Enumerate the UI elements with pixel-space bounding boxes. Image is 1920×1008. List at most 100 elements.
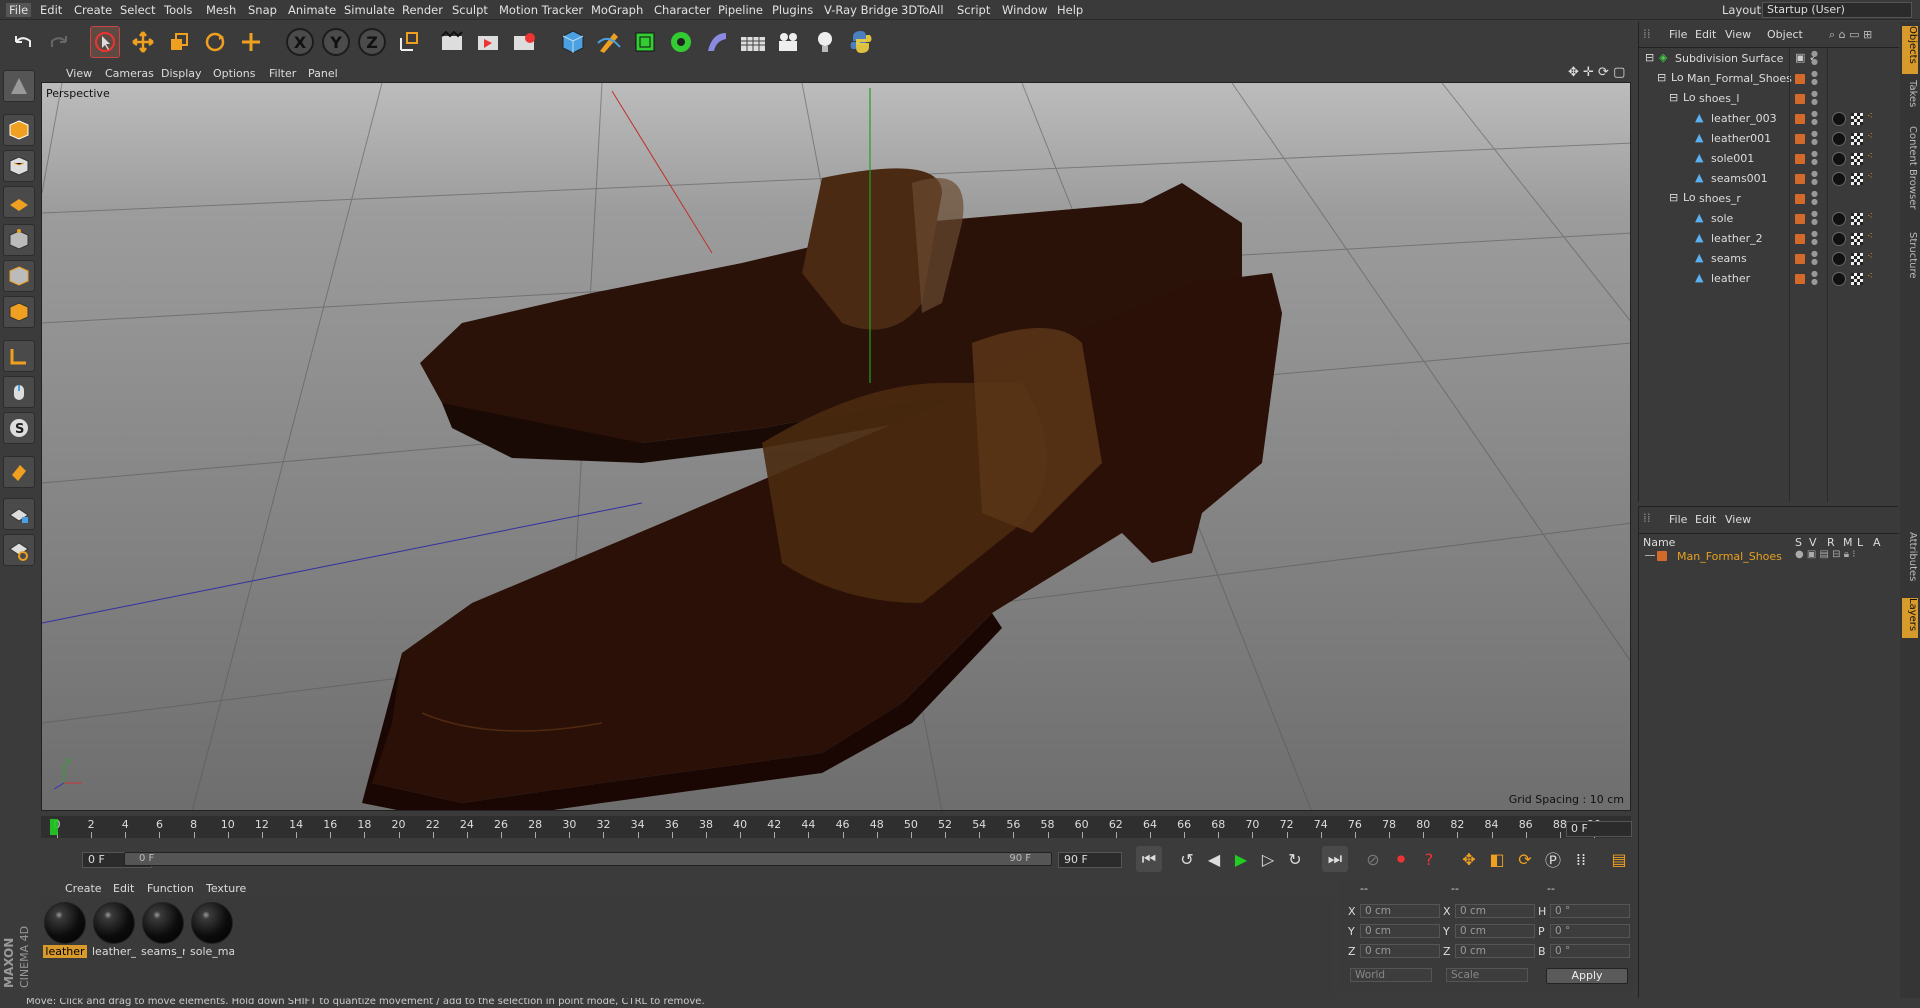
object-row[interactable]: ▲ seams001 ● ● ⁖ xyxy=(1639,170,1899,188)
scale-tool-icon[interactable] xyxy=(164,26,194,58)
tab-layers[interactable]: Layers xyxy=(1902,598,1918,638)
key-pla-icon[interactable]: ⁞⁞ xyxy=(1568,846,1594,872)
layer-color-dot[interactable] xyxy=(1795,254,1805,264)
coord-value-field[interactable]: 0 cm xyxy=(1360,904,1440,918)
tab-attributes[interactable]: Attributes xyxy=(1902,532,1918,592)
coord-value-field[interactable]: 0 ° xyxy=(1550,904,1630,918)
max-frame-field[interactable]: 90 F xyxy=(1058,852,1122,868)
viewport-menu-options[interactable]: Options xyxy=(213,67,255,80)
coord-space-dropdown[interactable]: World xyxy=(1350,968,1432,982)
polygons-mode-icon[interactable] xyxy=(3,296,35,328)
visibility-dots-icon[interactable]: ● ● xyxy=(1811,150,1818,166)
subdivision-surface-icon[interactable] xyxy=(630,26,660,58)
coord-scale-dropdown[interactable]: Scale xyxy=(1446,968,1528,982)
go-to-start-icon[interactable]: ⏮ xyxy=(1136,846,1162,872)
menu-item-select[interactable]: Select xyxy=(120,3,155,17)
redo-icon[interactable] xyxy=(44,26,74,58)
object-row[interactable]: ▲ leather_003 ● ● ⁖ xyxy=(1639,110,1899,128)
coord-value-field[interactable]: 0 cm xyxy=(1455,904,1535,918)
object-row[interactable]: ▲ seams ● ● ⁖ xyxy=(1639,250,1899,268)
x-axis-lock-button[interactable]: X xyxy=(286,28,314,56)
viewport-menu-view[interactable]: View xyxy=(66,67,92,80)
object-name[interactable]: sole xyxy=(1711,212,1733,225)
texture-tag-icon[interactable] xyxy=(1851,153,1863,165)
timeline-window-icon[interactable]: ▤ xyxy=(1606,846,1632,872)
workplane-icon[interactable] xyxy=(3,186,35,218)
expand-toggle-icon[interactable]: ⊟ xyxy=(1645,51,1654,64)
object-menu-file[interactable]: File xyxy=(1669,28,1687,41)
material-tag-icon[interactable] xyxy=(1832,152,1846,166)
material-tag-icon[interactable] xyxy=(1832,112,1846,126)
menu-item-mesh[interactable]: Mesh xyxy=(206,3,236,17)
material-menu-texture[interactable]: Texture xyxy=(206,882,246,895)
coord-value-field[interactable]: 0 ° xyxy=(1550,944,1630,958)
menu-item-simulate[interactable]: Simulate xyxy=(344,3,395,17)
recent-tool-icon[interactable] xyxy=(236,26,266,58)
object-row[interactable]: ▲ leather_2 ● ● ⁖ xyxy=(1639,230,1899,248)
frame-range-slider[interactable]: 0 F 90 F xyxy=(124,852,1052,866)
menu-item-v-ray-bridge[interactable]: V-Ray Bridge xyxy=(824,3,898,17)
key-scale-icon[interactable]: ◧ xyxy=(1484,846,1510,872)
render-picture-viewer-icon[interactable] xyxy=(474,26,504,58)
model-mode-icon[interactable] xyxy=(3,114,35,146)
object-name[interactable]: seams xyxy=(1711,252,1747,265)
menu-item-snap[interactable]: Snap xyxy=(248,3,277,17)
record-active-icon[interactable]: ⊘ xyxy=(1360,846,1386,872)
tab-structure[interactable]: Structure xyxy=(1902,232,1918,292)
object-row[interactable]: ⊟ Lo Man_Formal_Shoes ● ● xyxy=(1639,70,1899,88)
layer-name[interactable]: Man_Formal_Shoes xyxy=(1677,550,1782,563)
go-to-end-icon[interactable]: ⏭ xyxy=(1322,846,1348,872)
layer-menu-view[interactable]: View xyxy=(1725,513,1751,526)
menu-item-3dtoall[interactable]: 3DToAll xyxy=(901,3,944,17)
axis-mode-icon[interactable] xyxy=(3,340,35,372)
y-axis-lock-button[interactable]: Y xyxy=(322,28,350,56)
object-name[interactable]: leather_003 xyxy=(1711,112,1777,125)
menu-item-plugins[interactable]: Plugins xyxy=(772,3,813,17)
camera-icon[interactable] xyxy=(774,26,804,58)
material-menu-create[interactable]: Create xyxy=(65,882,102,895)
coord-value-field[interactable]: 0 cm xyxy=(1455,924,1535,938)
object-menu-view[interactable]: View xyxy=(1725,28,1751,41)
viewport-menu-panel[interactable]: Panel xyxy=(308,67,338,80)
live-selection-icon[interactable] xyxy=(90,26,120,58)
menu-item-help[interactable]: Help xyxy=(1057,3,1083,17)
menu-item-render[interactable]: Render xyxy=(402,3,443,17)
visibility-dots-icon[interactable]: ● ● xyxy=(1811,50,1818,66)
object-row[interactable]: ▲ sole001 ● ● ⁖ xyxy=(1639,150,1899,168)
render-view-icon[interactable] xyxy=(438,26,468,58)
expand-toggle-icon[interactable]: ⊟ xyxy=(1669,91,1678,104)
previous-frame-icon[interactable]: ◀ xyxy=(1201,846,1227,872)
viewport-menu-filter[interactable]: Filter xyxy=(269,67,296,80)
previous-key-icon[interactable]: ↺ xyxy=(1174,846,1200,872)
coord-value-field[interactable]: 0 ° xyxy=(1550,924,1630,938)
locked-workplane-icon[interactable] xyxy=(3,498,35,530)
visibility-dots-icon[interactable]: ● ● xyxy=(1811,230,1818,246)
texture-tag-icon[interactable] xyxy=(1851,253,1863,265)
layer-color-dot[interactable] xyxy=(1795,274,1805,284)
object-name[interactable]: shoes_r xyxy=(1699,192,1741,205)
coord-value-field[interactable]: 0 cm xyxy=(1455,944,1535,958)
tab-takes[interactable]: Takes xyxy=(1902,80,1918,120)
layer-color-dot[interactable] xyxy=(1795,194,1805,204)
phong-tag-icon[interactable]: ⁖ xyxy=(1867,271,1879,283)
menu-item-character[interactable]: Character xyxy=(654,3,711,17)
viewport-menu-cameras[interactable]: Cameras xyxy=(105,67,154,80)
material-menu-edit[interactable]: Edit xyxy=(113,882,134,895)
material-tag-icon[interactable] xyxy=(1832,172,1846,186)
points-mode-icon[interactable] xyxy=(3,224,35,256)
phong-tag-icon[interactable]: ⁖ xyxy=(1867,131,1879,143)
expand-toggle-icon[interactable]: ⊟ xyxy=(1669,191,1678,204)
object-menu-edit[interactable]: Edit xyxy=(1695,28,1716,41)
visibility-dots-icon[interactable]: ● ● xyxy=(1811,270,1818,286)
layer-menu-file[interactable]: File xyxy=(1669,513,1687,526)
floor-environment-icon[interactable] xyxy=(738,26,768,58)
object-name[interactable]: Subdivision Surface xyxy=(1675,52,1783,65)
object-row[interactable]: ▲ sole ● ● ⁖ xyxy=(1639,210,1899,228)
menu-item-script[interactable]: Script xyxy=(957,3,990,17)
move-tool-icon[interactable] xyxy=(128,26,158,58)
visibility-dots-icon[interactable]: ● ● xyxy=(1811,130,1818,146)
edges-mode-icon[interactable] xyxy=(3,260,35,292)
z-axis-lock-button[interactable]: Z xyxy=(358,28,386,56)
texture-tag-icon[interactable] xyxy=(1851,133,1863,145)
object-menu-objects[interactable]: Object xyxy=(1767,28,1803,41)
